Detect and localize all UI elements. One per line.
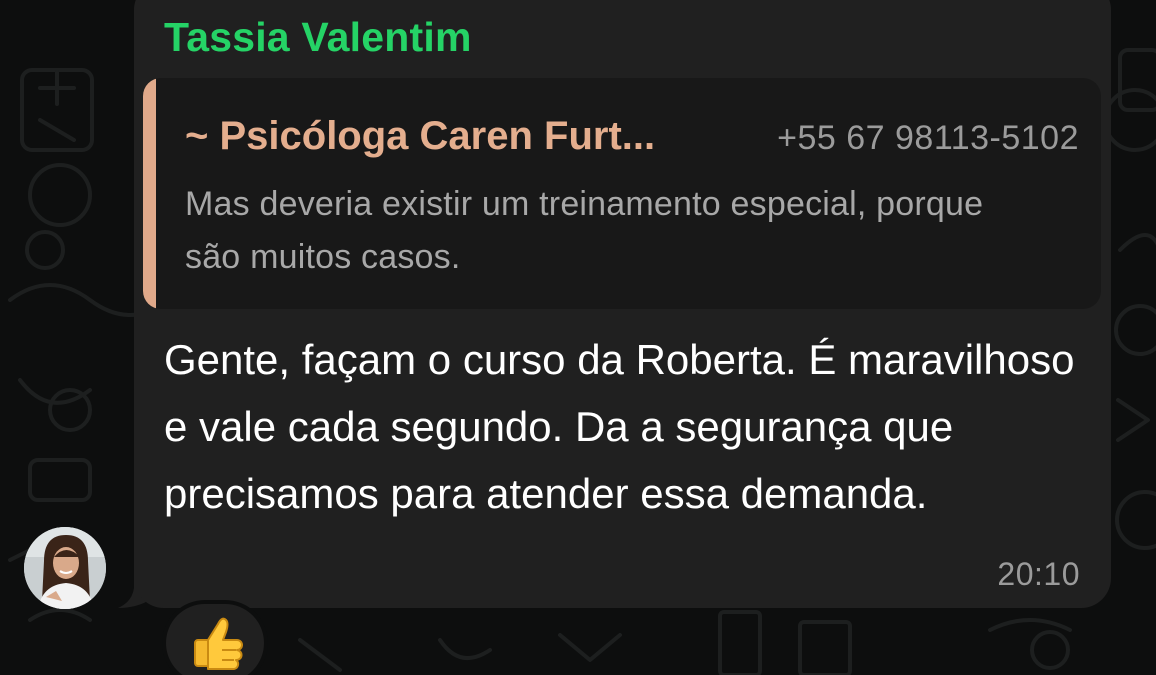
quoted-message[interactable]: ~ Psicóloga Caren Furt... +55 67 98113-5… xyxy=(143,78,1101,309)
avatar-photo xyxy=(24,527,106,609)
quoted-message-text: Mas deveria existir um treinamento espec… xyxy=(185,185,984,276)
thumbs-up-icon xyxy=(194,617,243,670)
quote-accent-bar xyxy=(143,78,156,309)
avatar[interactable] xyxy=(24,527,106,609)
quoted-author-phone: +55 67 98113-5102 xyxy=(777,119,1079,157)
message-timestamp: 20:10 xyxy=(997,556,1080,592)
sender-name[interactable]: Tassia Valentim xyxy=(164,14,472,61)
message-text: Gente, façam o curso da Roberta. É marav… xyxy=(164,336,1075,517)
chat-background: Tassia Valentim ~ Psicóloga Caren Furt..… xyxy=(0,0,1156,675)
quoted-author-name: ~ Psicóloga Caren Furt... xyxy=(185,114,656,158)
reaction-badge[interactable] xyxy=(162,600,268,675)
